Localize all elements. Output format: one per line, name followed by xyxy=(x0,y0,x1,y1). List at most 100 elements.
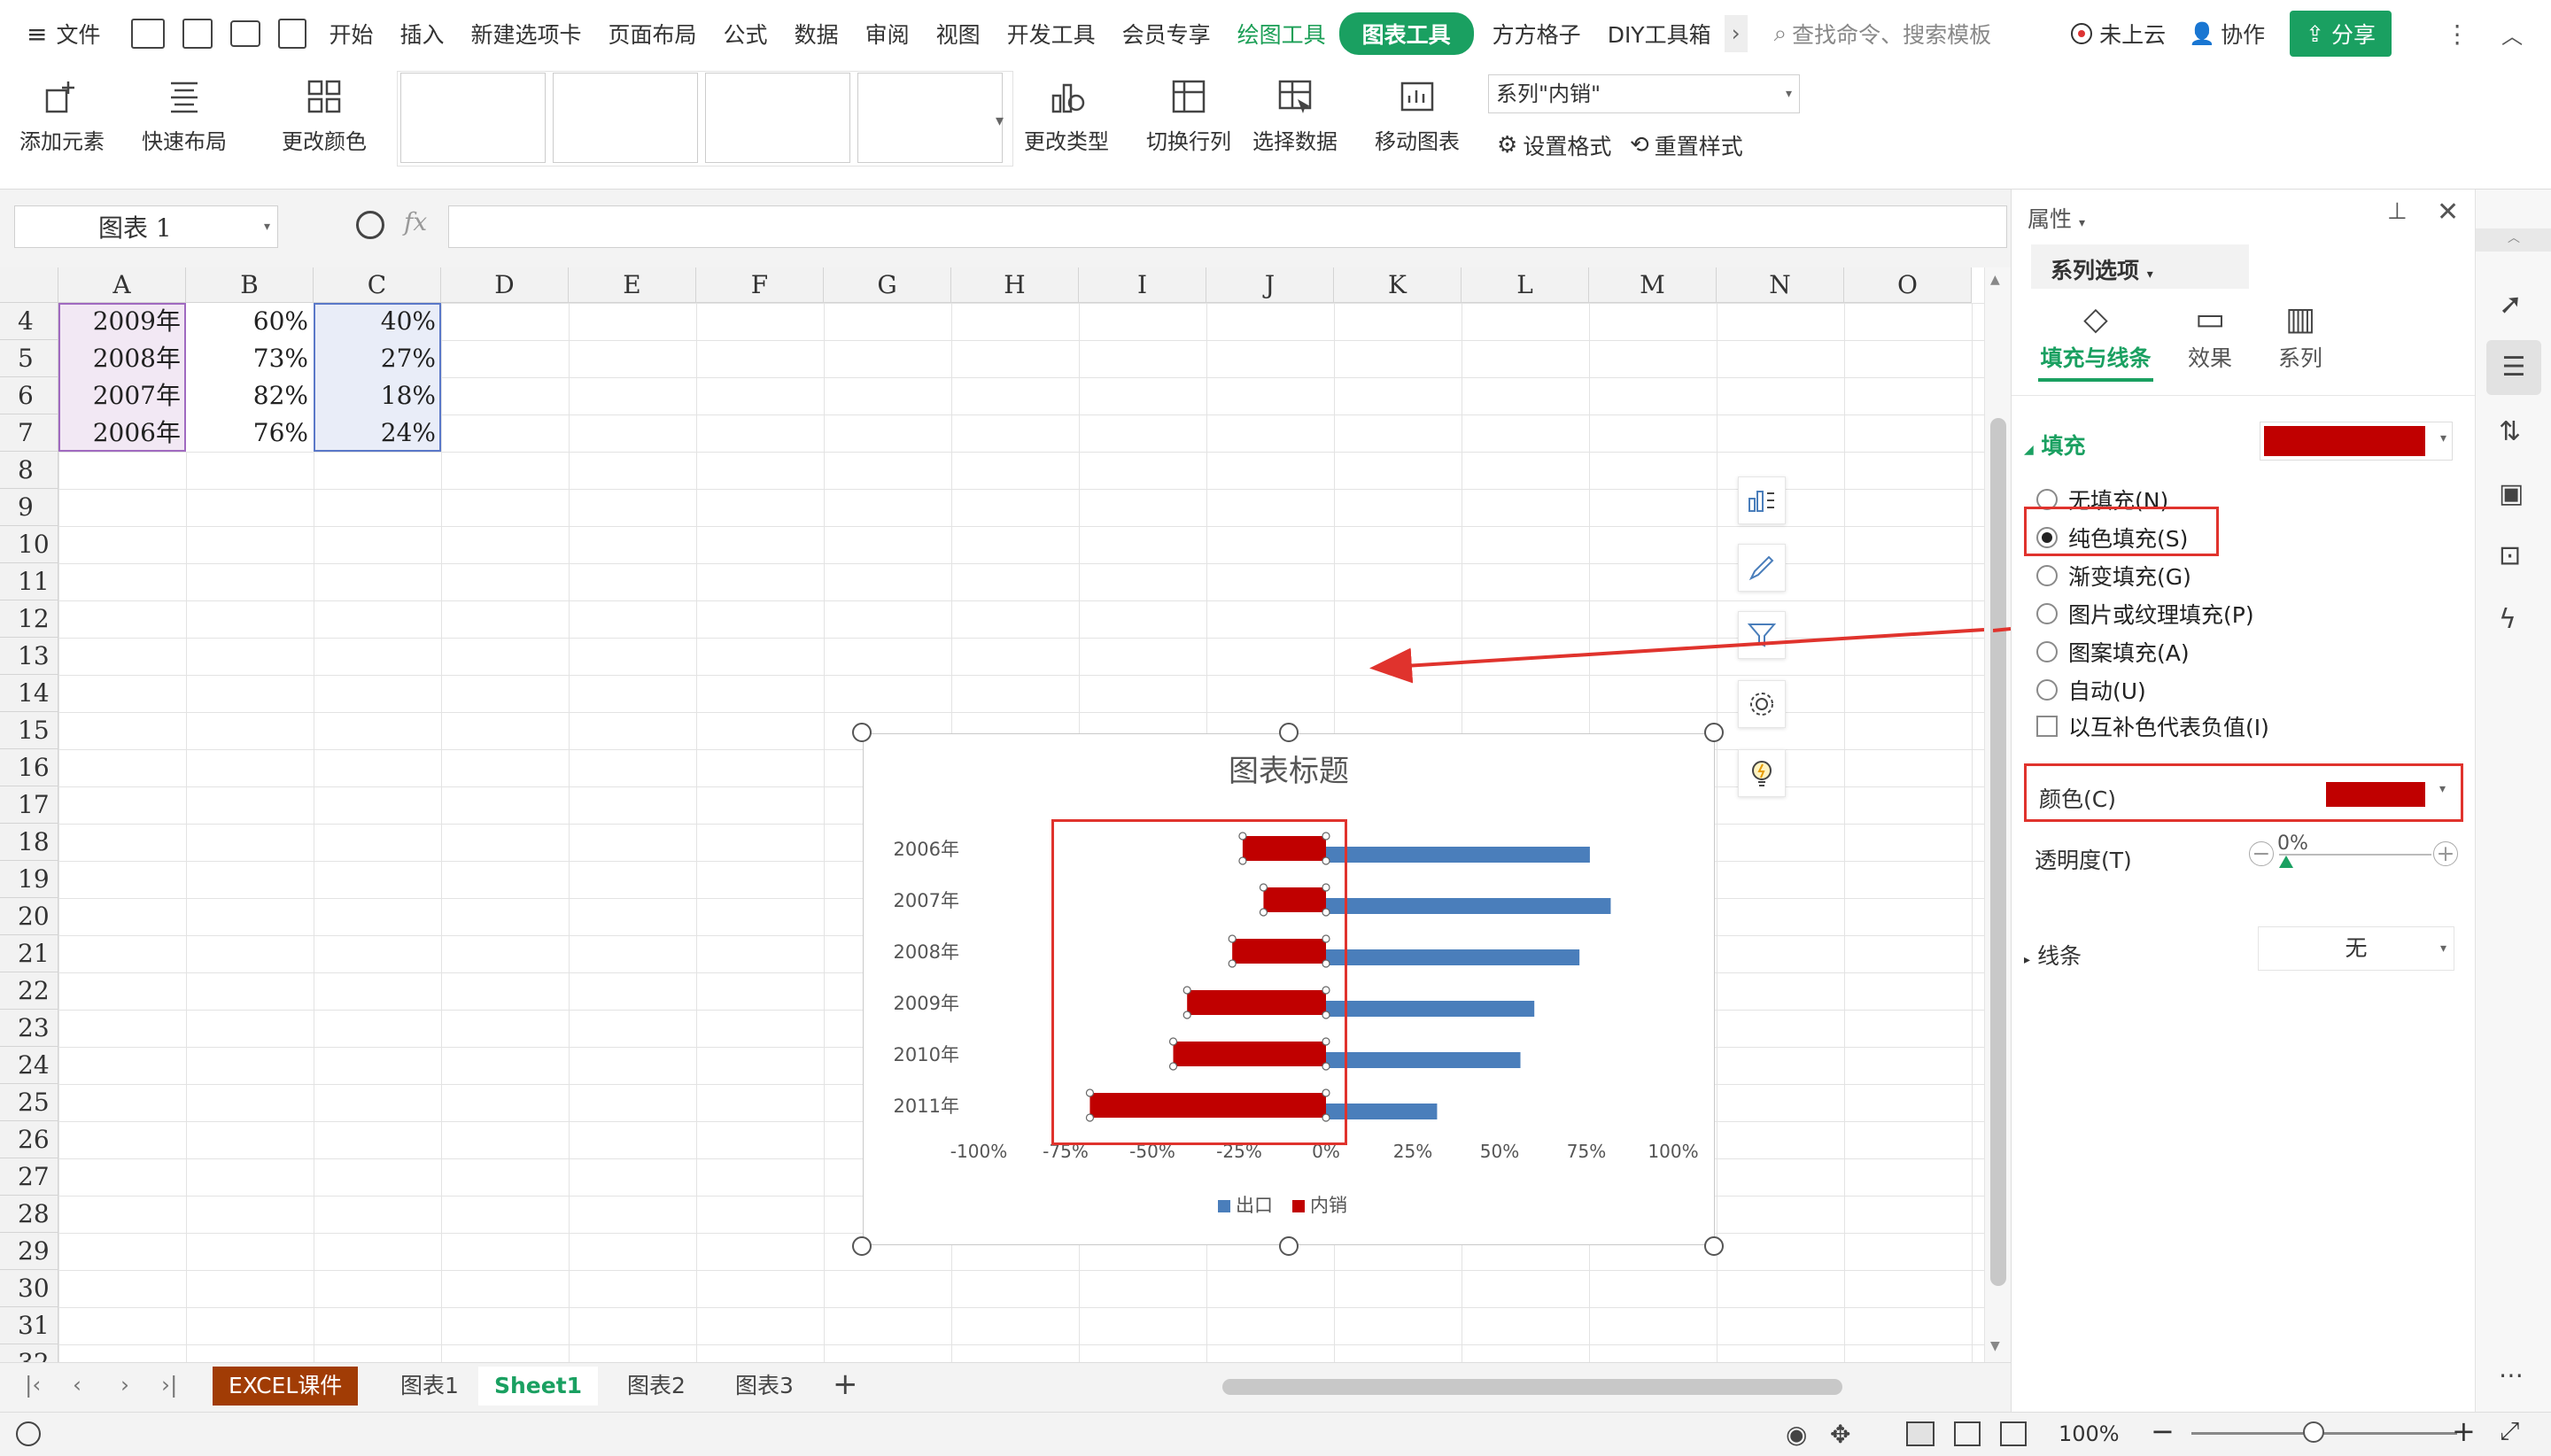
color-row[interactable]: 颜色(C) ▾ xyxy=(2024,763,2463,822)
tab-chart-tools[interactable]: 图表工具 xyxy=(1338,12,1474,55)
column-header[interactable]: G xyxy=(824,267,951,303)
column-header[interactable]: M xyxy=(1589,267,1717,303)
vertical-scrollbar[interactable]: ▲ ▼ xyxy=(1984,267,2011,1362)
first-sheet-icon[interactable]: |‹ xyxy=(25,1372,41,1398)
row-header[interactable]: 18 xyxy=(0,824,58,861)
zoom-in-button[interactable]: + xyxy=(2452,1414,2476,1448)
page-layout-view-icon[interactable] xyxy=(1954,1421,1981,1446)
preview-icon[interactable] xyxy=(278,19,307,49)
menu-tab[interactable]: 开发工具 xyxy=(994,18,1109,50)
switch-row-col-button[interactable]: 切换行列 xyxy=(1146,76,1231,155)
gallery-more-button[interactable]: ▾ xyxy=(996,112,1004,130)
column-header[interactable]: H xyxy=(951,267,1079,303)
move-chart-button[interactable]: 移动图表 xyxy=(1375,76,1460,155)
transparency-increase-button[interactable]: + xyxy=(2433,841,2458,866)
bar-export[interactable] xyxy=(1326,898,1611,914)
search-box[interactable]: ⌕ 查找命令、搜索模板 xyxy=(1774,18,1992,50)
chart-style-brush-icon[interactable] xyxy=(1738,544,1786,592)
cell-b[interactable]: 60% xyxy=(186,303,314,340)
chart-settings-gear-icon[interactable] xyxy=(1738,680,1786,728)
bar-export[interactable] xyxy=(1326,1001,1535,1017)
color-swatch[interactable] xyxy=(2326,782,2425,807)
rail-more-icon[interactable]: ⋯ xyxy=(2499,1360,2524,1390)
row-header[interactable]: 4 xyxy=(0,303,58,340)
horizontal-scrollbar[interactable] xyxy=(1187,1375,1949,1397)
menu-tab[interactable]: 数据 xyxy=(781,18,852,50)
fill-color-dropdown[interactable]: ▾ xyxy=(2260,422,2453,461)
sheet-tab[interactable]: Sheet1 xyxy=(478,1367,599,1406)
zoom-out-button[interactable]: − xyxy=(2151,1414,2175,1448)
bar-export[interactable] xyxy=(1326,847,1590,863)
subtab-series[interactable]: ▥ 系列 xyxy=(2265,301,2336,373)
zoom-value[interactable]: 100% xyxy=(2059,1421,2120,1446)
sheet-tab[interactable]: 图表3 xyxy=(719,1367,810,1406)
normal-view-icon[interactable] xyxy=(1906,1421,1935,1446)
row-header[interactable]: 19 xyxy=(0,861,58,898)
invert-negative-checkbox[interactable]: 以互补色代表负值(I) xyxy=(2036,710,2269,742)
cloud-status[interactable]: 未上云 xyxy=(2071,18,2166,50)
row-header[interactable]: 29 xyxy=(0,1233,58,1270)
line-style-dropdown[interactable]: 无 ▾ xyxy=(2258,926,2454,971)
rail-lightning-icon[interactable]: ϟ xyxy=(2499,604,2516,635)
row-header[interactable]: 13 xyxy=(0,638,58,675)
close-icon[interactable]: ✕ xyxy=(2437,197,2459,228)
name-box[interactable]: 图表 1 ▾ xyxy=(14,205,278,248)
cell-a[interactable]: 2006年 xyxy=(58,414,186,452)
chart-style-1[interactable] xyxy=(400,73,546,163)
row-header[interactable]: 31 xyxy=(0,1307,58,1344)
quick-layout-button[interactable]: 快速布局 xyxy=(142,76,227,155)
row-header[interactable]: 15 xyxy=(0,712,58,749)
row-header[interactable]: 17 xyxy=(0,786,58,824)
resize-handle-bm[interactable] xyxy=(1279,1236,1299,1256)
row-header[interactable]: 24 xyxy=(0,1047,58,1084)
cell-a[interactable]: 2008年 xyxy=(58,340,186,377)
row-header[interactable]: 28 xyxy=(0,1196,58,1233)
chart-style-4[interactable] xyxy=(857,73,1003,163)
menu-tab[interactable]: 会员专享 xyxy=(1109,18,1224,50)
row-header[interactable]: 23 xyxy=(0,1010,58,1047)
collab-button[interactable]: 👤 协作 xyxy=(2189,18,2265,50)
rail-image-icon[interactable]: ▣ xyxy=(2499,478,2524,509)
fullscreen-icon[interactable]: ⤢ xyxy=(2500,1416,2519,1446)
column-header[interactable]: C xyxy=(314,267,441,303)
freeze-icon[interactable]: ✥ xyxy=(1830,1420,1850,1449)
subtab-fill-line[interactable]: ◇ 填充与线条 xyxy=(2038,301,2153,382)
panel-title[interactable]: 属性 ▾ xyxy=(2028,202,2085,234)
series-select[interactable]: 系列"内销" ▾ xyxy=(1488,74,1800,113)
resize-handle-tm[interactable] xyxy=(1279,723,1299,742)
row-header[interactable]: 16 xyxy=(0,749,58,786)
prev-sheet-icon[interactable]: ‹ xyxy=(73,1372,81,1398)
menu-tab[interactable]: 审阅 xyxy=(852,18,923,50)
menu-tab[interactable]: 视图 xyxy=(923,18,994,50)
sheet-tab[interactable]: 图表2 xyxy=(611,1367,702,1406)
column-header[interactable]: N xyxy=(1717,267,1844,303)
menu-tab[interactable]: 方方格子 xyxy=(1479,18,1594,50)
spreadsheet-grid[interactable]: ABCDEFGHIJKLMNO 4 5 6 7 8 9 10 11 12 13 14 15 16 17 18… xyxy=(0,267,1984,1362)
resize-handle-br[interactable] xyxy=(1704,1236,1724,1256)
file-menu[interactable]: ≡ 文件 xyxy=(0,18,113,50)
change-type-button[interactable]: 更改类型 xyxy=(1024,76,1109,155)
resize-handle-tl[interactable] xyxy=(852,723,872,742)
row-header[interactable]: 32 xyxy=(0,1344,58,1362)
scroll-up-arrow[interactable]: ▲ xyxy=(1990,273,2000,287)
column-header[interactable]: F xyxy=(696,267,824,303)
resize-handle-tr[interactable] xyxy=(1704,723,1724,742)
cell-b[interactable]: 82% xyxy=(186,377,314,414)
column-header[interactable]: E xyxy=(569,267,696,303)
save-icon[interactable] xyxy=(131,19,166,49)
menu-tab[interactable]: 新建选项卡 xyxy=(458,18,595,50)
row-header[interactable]: 12 xyxy=(0,600,58,638)
set-format-button[interactable]: ⚙ 设置格式 xyxy=(1497,129,1611,161)
row-header[interactable]: 25 xyxy=(0,1084,58,1121)
collapse-icon[interactable]: ︿ xyxy=(2501,19,2523,50)
rail-book-search-icon[interactable]: ⊡ xyxy=(2499,540,2521,571)
sheet-tab[interactable]: 图表1 xyxy=(384,1367,475,1406)
tab-drawing-tools[interactable]: 绘图工具 xyxy=(1224,18,1339,50)
change-color-button[interactable]: 更改颜色 xyxy=(282,76,367,155)
row-header[interactable]: 6 xyxy=(0,377,58,414)
rail-scroll-up[interactable]: ︿ xyxy=(2476,228,2551,252)
macro-record-icon[interactable] xyxy=(16,1421,41,1446)
row-header[interactable]: 21 xyxy=(0,935,58,972)
sheet-tab[interactable]: EXCEL课件 xyxy=(213,1367,359,1406)
print-icon[interactable] xyxy=(230,20,261,47)
